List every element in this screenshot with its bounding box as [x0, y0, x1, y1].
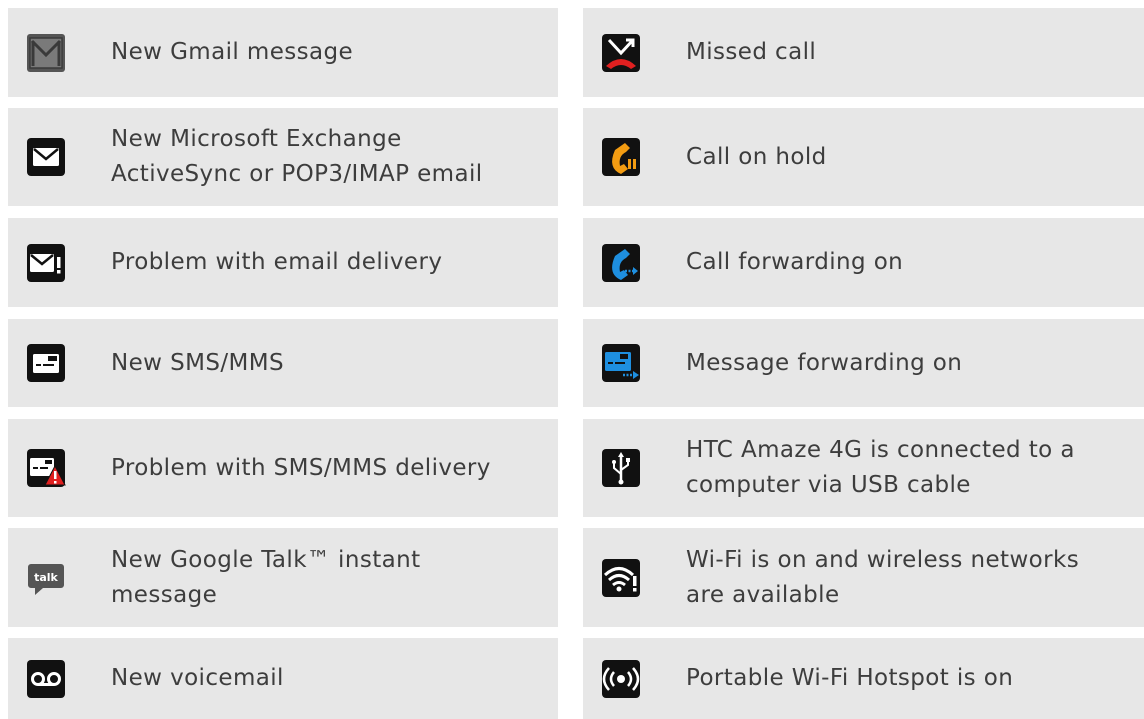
list-item: New SMS/MMS	[8, 319, 558, 407]
list-item: Problem with email delivery	[8, 218, 558, 307]
list-item: New Gmail message	[8, 8, 558, 97]
list-item: talk New Google Talk™ instant message	[8, 528, 558, 627]
gmail-icon	[26, 33, 66, 73]
call-forwarding-icon	[601, 243, 641, 283]
status-icon-table: New Gmail message New Microsoft Exchange…	[0, 0, 1144, 719]
mail-icon	[26, 137, 66, 177]
list-item-label: New SMS/MMS	[111, 350, 284, 376]
list-item-label: Portable Wi-Fi Hotspot is on	[686, 665, 1014, 691]
list-item: Missed call	[583, 8, 1144, 97]
list-item-label: New voicemail	[111, 665, 284, 691]
list-item: Portable Wi-Fi Hotspot is on	[583, 638, 1144, 719]
list-item-label: New Google Talk™ instant message	[111, 547, 421, 608]
list-item-label: HTC Amaze 4G is connected to a computer …	[686, 437, 1075, 498]
wifi-hotspot-icon	[601, 659, 641, 699]
list-item: HTC Amaze 4G is connected to a computer …	[583, 419, 1144, 517]
list-item: Problem with SMS/MMS delivery	[8, 419, 558, 517]
list-item-label: Problem with SMS/MMS delivery	[111, 455, 491, 481]
usb-icon	[601, 448, 641, 488]
google-talk-icon: talk	[26, 558, 66, 598]
call-on-hold-icon	[601, 137, 641, 177]
list-item: Call forwarding on	[583, 218, 1144, 307]
mail-error-icon	[26, 243, 66, 283]
voicemail-icon	[26, 659, 66, 699]
wifi-available-icon	[601, 558, 641, 598]
sms-icon	[26, 343, 66, 383]
list-item: Message forwarding on	[583, 319, 1144, 407]
list-item: New Microsoft Exchange ActiveSync or POP…	[8, 108, 558, 206]
list-item-label: Problem with email delivery	[111, 249, 443, 275]
message-forwarding-icon	[601, 343, 641, 383]
svg-text:talk: talk	[34, 571, 58, 584]
list-item-label: Call on hold	[686, 144, 827, 170]
list-item: Call on hold	[583, 108, 1144, 206]
list-item-label: New Microsoft Exchange ActiveSync or POP…	[111, 126, 483, 187]
sms-error-icon	[26, 448, 66, 488]
list-item-label: Missed call	[686, 39, 817, 65]
list-item-label: Call forwarding on	[686, 249, 904, 275]
missed-call-icon	[601, 33, 641, 73]
list-item: New voicemail	[8, 638, 558, 719]
list-item: Wi-Fi is on and wireless networks are av…	[583, 528, 1144, 627]
list-item-label: New Gmail message	[111, 39, 354, 65]
list-item-label: Wi-Fi is on and wireless networks are av…	[686, 547, 1080, 608]
list-item-label: Message forwarding on	[686, 350, 963, 376]
